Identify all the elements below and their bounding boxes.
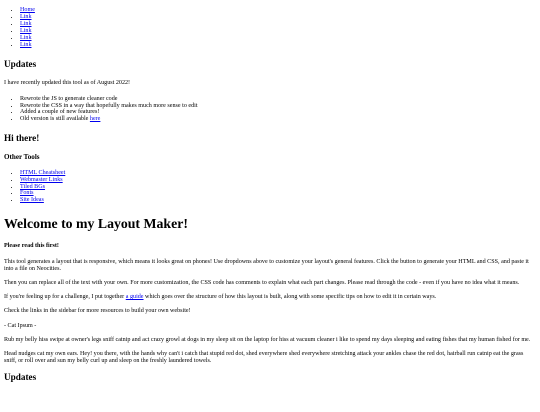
tool-item: Tiled BGs (20, 184, 536, 191)
nav-item-home: Home (20, 7, 536, 14)
read-first-text: Please read this first! (4, 243, 59, 250)
updates-list: Rewrote the JS to generate cleaner code … (4, 96, 536, 124)
guide-link[interactable]: a guide (126, 294, 144, 300)
other-tools-list: HTML Cheatsheet Webmaster Links Tiled BG… (4, 170, 536, 205)
updates-intro-text: I have recently updated this tool as of … (4, 80, 131, 87)
sidebar-updates-heading: Updates (4, 59, 37, 70)
cat-ipsum-paragraph-2: Head nudges cat my own ears. Hey! you th… (4, 350, 524, 365)
nav-link-3[interactable]: Link (20, 28, 32, 34)
resources-paragraph: Check the links in the sidebar for more … (4, 308, 191, 315)
customization-paragraph: Then you can replace all of the text wit… (4, 279, 520, 286)
nav-link-home[interactable]: Home (20, 7, 35, 13)
cat-ipsum-paragraph-1: Rub my belly hiss swipe at owner's legs … (4, 336, 531, 343)
tool-link-tiled-bgs[interactable]: Tiled BGs (20, 184, 45, 190)
hi-there-heading: Hi there! (4, 133, 40, 144)
other-tools-heading: Other Tools (4, 153, 40, 162)
nav-link-5[interactable]: Link (20, 42, 32, 48)
tool-link-html-cheatsheet[interactable]: HTML Cheatsheet (20, 170, 65, 176)
page-title: Welcome to my Layout Maker! (4, 216, 188, 232)
top-nav: Home Link Link Link Link Link (4, 7, 536, 48)
updates-list-item: Old version is still available here (20, 116, 536, 123)
nav-link-2[interactable]: Link (20, 21, 32, 27)
intro-paragraph: This tool generates a layout that is res… (4, 258, 529, 272)
updates-list-item: Rewrote the JS to generate cleaner code (20, 96, 536, 103)
tool-item: Fonts (20, 190, 536, 197)
tool-item: HTML Cheatsheet (20, 170, 536, 177)
nav-item-link-5: Link (20, 42, 536, 49)
updates-list-item: Added a couple of new features! (20, 109, 536, 116)
guide-text-after: which goes over the structure of how thi… (143, 294, 437, 301)
tool-link-site-ideas[interactable]: Site Ideas (20, 197, 44, 203)
nav-link-1[interactable]: Link (20, 14, 32, 20)
nav-item-link-4: Link (20, 35, 536, 42)
main-updates-heading: Updates (4, 372, 37, 383)
nav-link-4[interactable]: Link (20, 35, 32, 41)
nav-item-link-1: Link (20, 14, 536, 21)
old-version-text: Old version is still available (20, 116, 90, 123)
tool-item: Webmaster Links (20, 177, 536, 184)
guide-text-before: If you're feeling up for a challenge, I … (4, 294, 126, 301)
cat-ipsum-heading: - Cat Ipsum - (4, 322, 37, 329)
old-version-link[interactable]: here (90, 116, 101, 122)
nav-item-link-3: Link (20, 28, 536, 35)
nav-item-link-2: Link (20, 21, 536, 28)
tool-item: Site Ideas (20, 197, 536, 204)
tool-link-webmaster-links[interactable]: Webmaster Links (20, 177, 63, 183)
guide-paragraph: If you're feeling up for a challenge, I … (4, 294, 536, 301)
tool-link-fonts[interactable]: Fonts (20, 190, 34, 196)
